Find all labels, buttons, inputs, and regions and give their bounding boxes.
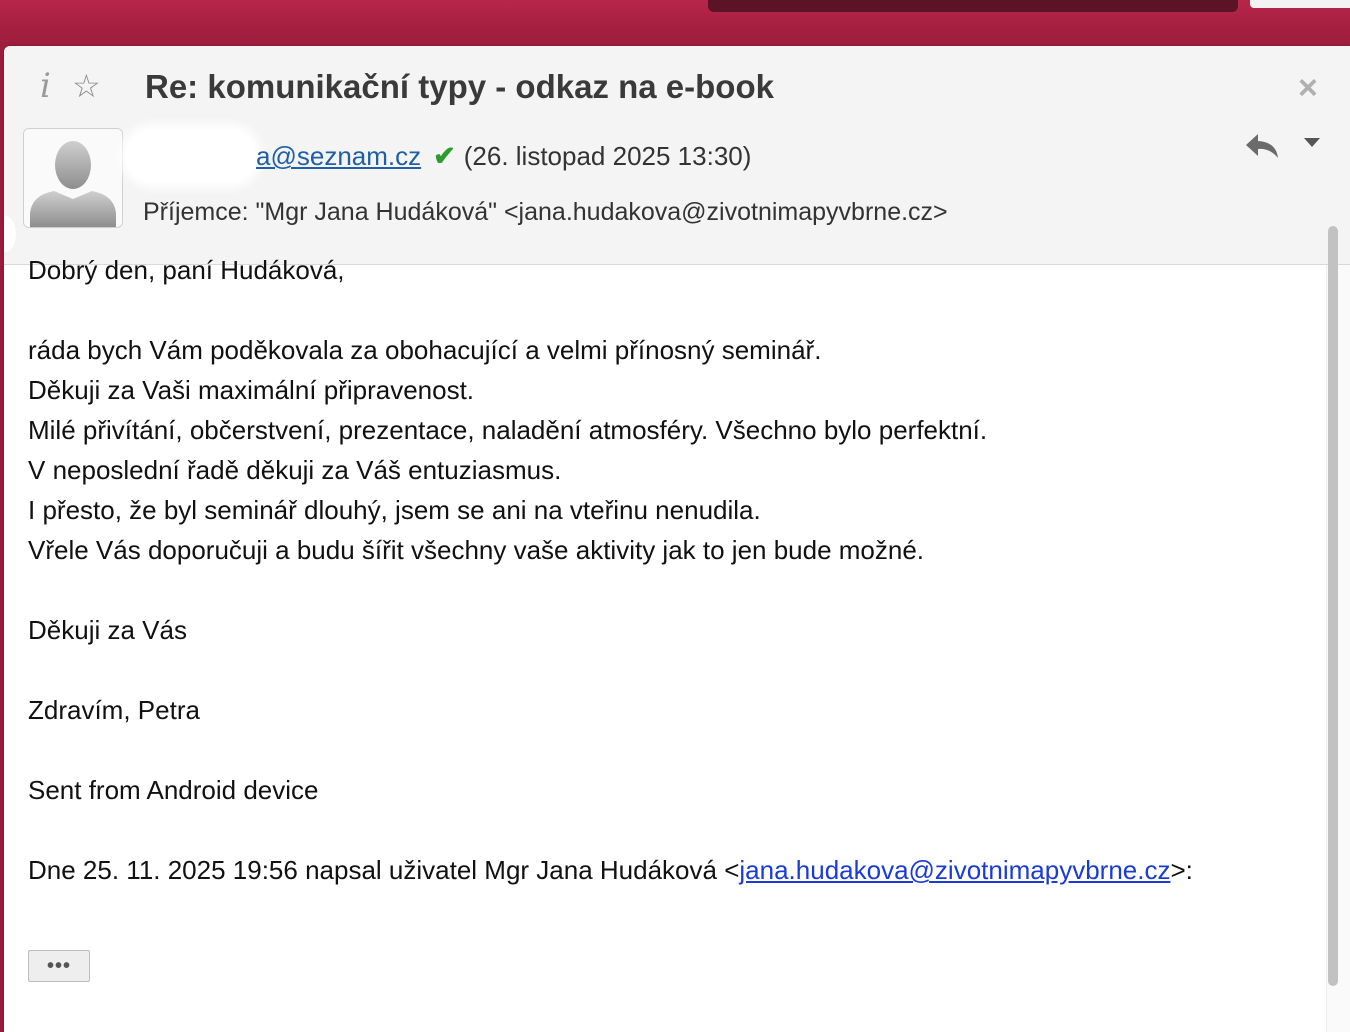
thanks-text: Děkuji za Vás <box>28 615 187 645</box>
body-line: Milé přivítání, občerstvení, prezentace,… <box>28 415 988 445</box>
signature-text: Zdravím, Petra <box>28 695 200 725</box>
quote-suffix: >: <box>1170 855 1193 885</box>
recipient-line: Příjemce: "Mgr Jana Hudáková" <jana.huda… <box>143 198 948 226</box>
greeting-text: Dobrý den, paní Hudáková, <box>28 255 345 285</box>
star-icon[interactable]: ☆ <box>72 68 101 104</box>
info-icon[interactable]: i <box>40 66 51 106</box>
scrollbar-thumb[interactable] <box>1328 226 1338 986</box>
close-icon[interactable]: × <box>1298 68 1318 108</box>
show-quoted-text-button[interactable]: ••• <box>28 950 90 982</box>
body-line: Děkuji za Vaši maximální připravenost. <box>28 375 475 405</box>
sender-avatar <box>23 128 123 228</box>
checkmark-icon: ✔ <box>433 141 456 171</box>
body-line: I přesto, že byl seminář dlouhý, jsem se… <box>28 495 761 525</box>
chevron-down-icon[interactable] <box>1304 138 1320 147</box>
body-line: V neposlední řadě děkuji za Váš entuzias… <box>28 455 562 485</box>
avatar-placeholder-icon <box>24 129 122 227</box>
body-line: Vřele Vás doporučuji a budu šířit všechn… <box>28 535 925 565</box>
background-window-bar <box>708 0 1238 12</box>
background-window-button <box>1250 0 1350 8</box>
quote-header: Dne 25. 11. 2025 19:56 napsal uživatel M… <box>28 850 1193 890</box>
message-subject: Re: komunikační typy - odkaz na e-book <box>145 68 774 105</box>
message-content: Dobrý den, paní Hudáková, ráda bych Vám … <box>28 250 1193 890</box>
sender-email-link[interactable]: a@seznam.cz <box>256 141 421 171</box>
quote-prefix: Dne 25. 11. 2025 19:56 napsal uživatel M… <box>28 855 740 885</box>
quote-email-link[interactable]: jana.hudakova@zivotnimapyvbrne.cz <box>739 855 1170 885</box>
message-header: i ☆ Re: komunikační typy - odkaz na e-bo… <box>4 46 1350 265</box>
device-text: Sent from Android device <box>28 775 319 805</box>
sender-line: a@seznam.cz ✔ (26. listopad 2025 13:30) <box>256 138 751 174</box>
redacted-mark <box>4 216 16 252</box>
redacted-sender-name <box>126 130 256 182</box>
body-line: ráda bych Vám poděkovala za obohacující … <box>28 335 822 365</box>
message-date: (26. listopad 2025 13:30) <box>463 141 752 171</box>
reply-icon[interactable] <box>1242 128 1282 164</box>
